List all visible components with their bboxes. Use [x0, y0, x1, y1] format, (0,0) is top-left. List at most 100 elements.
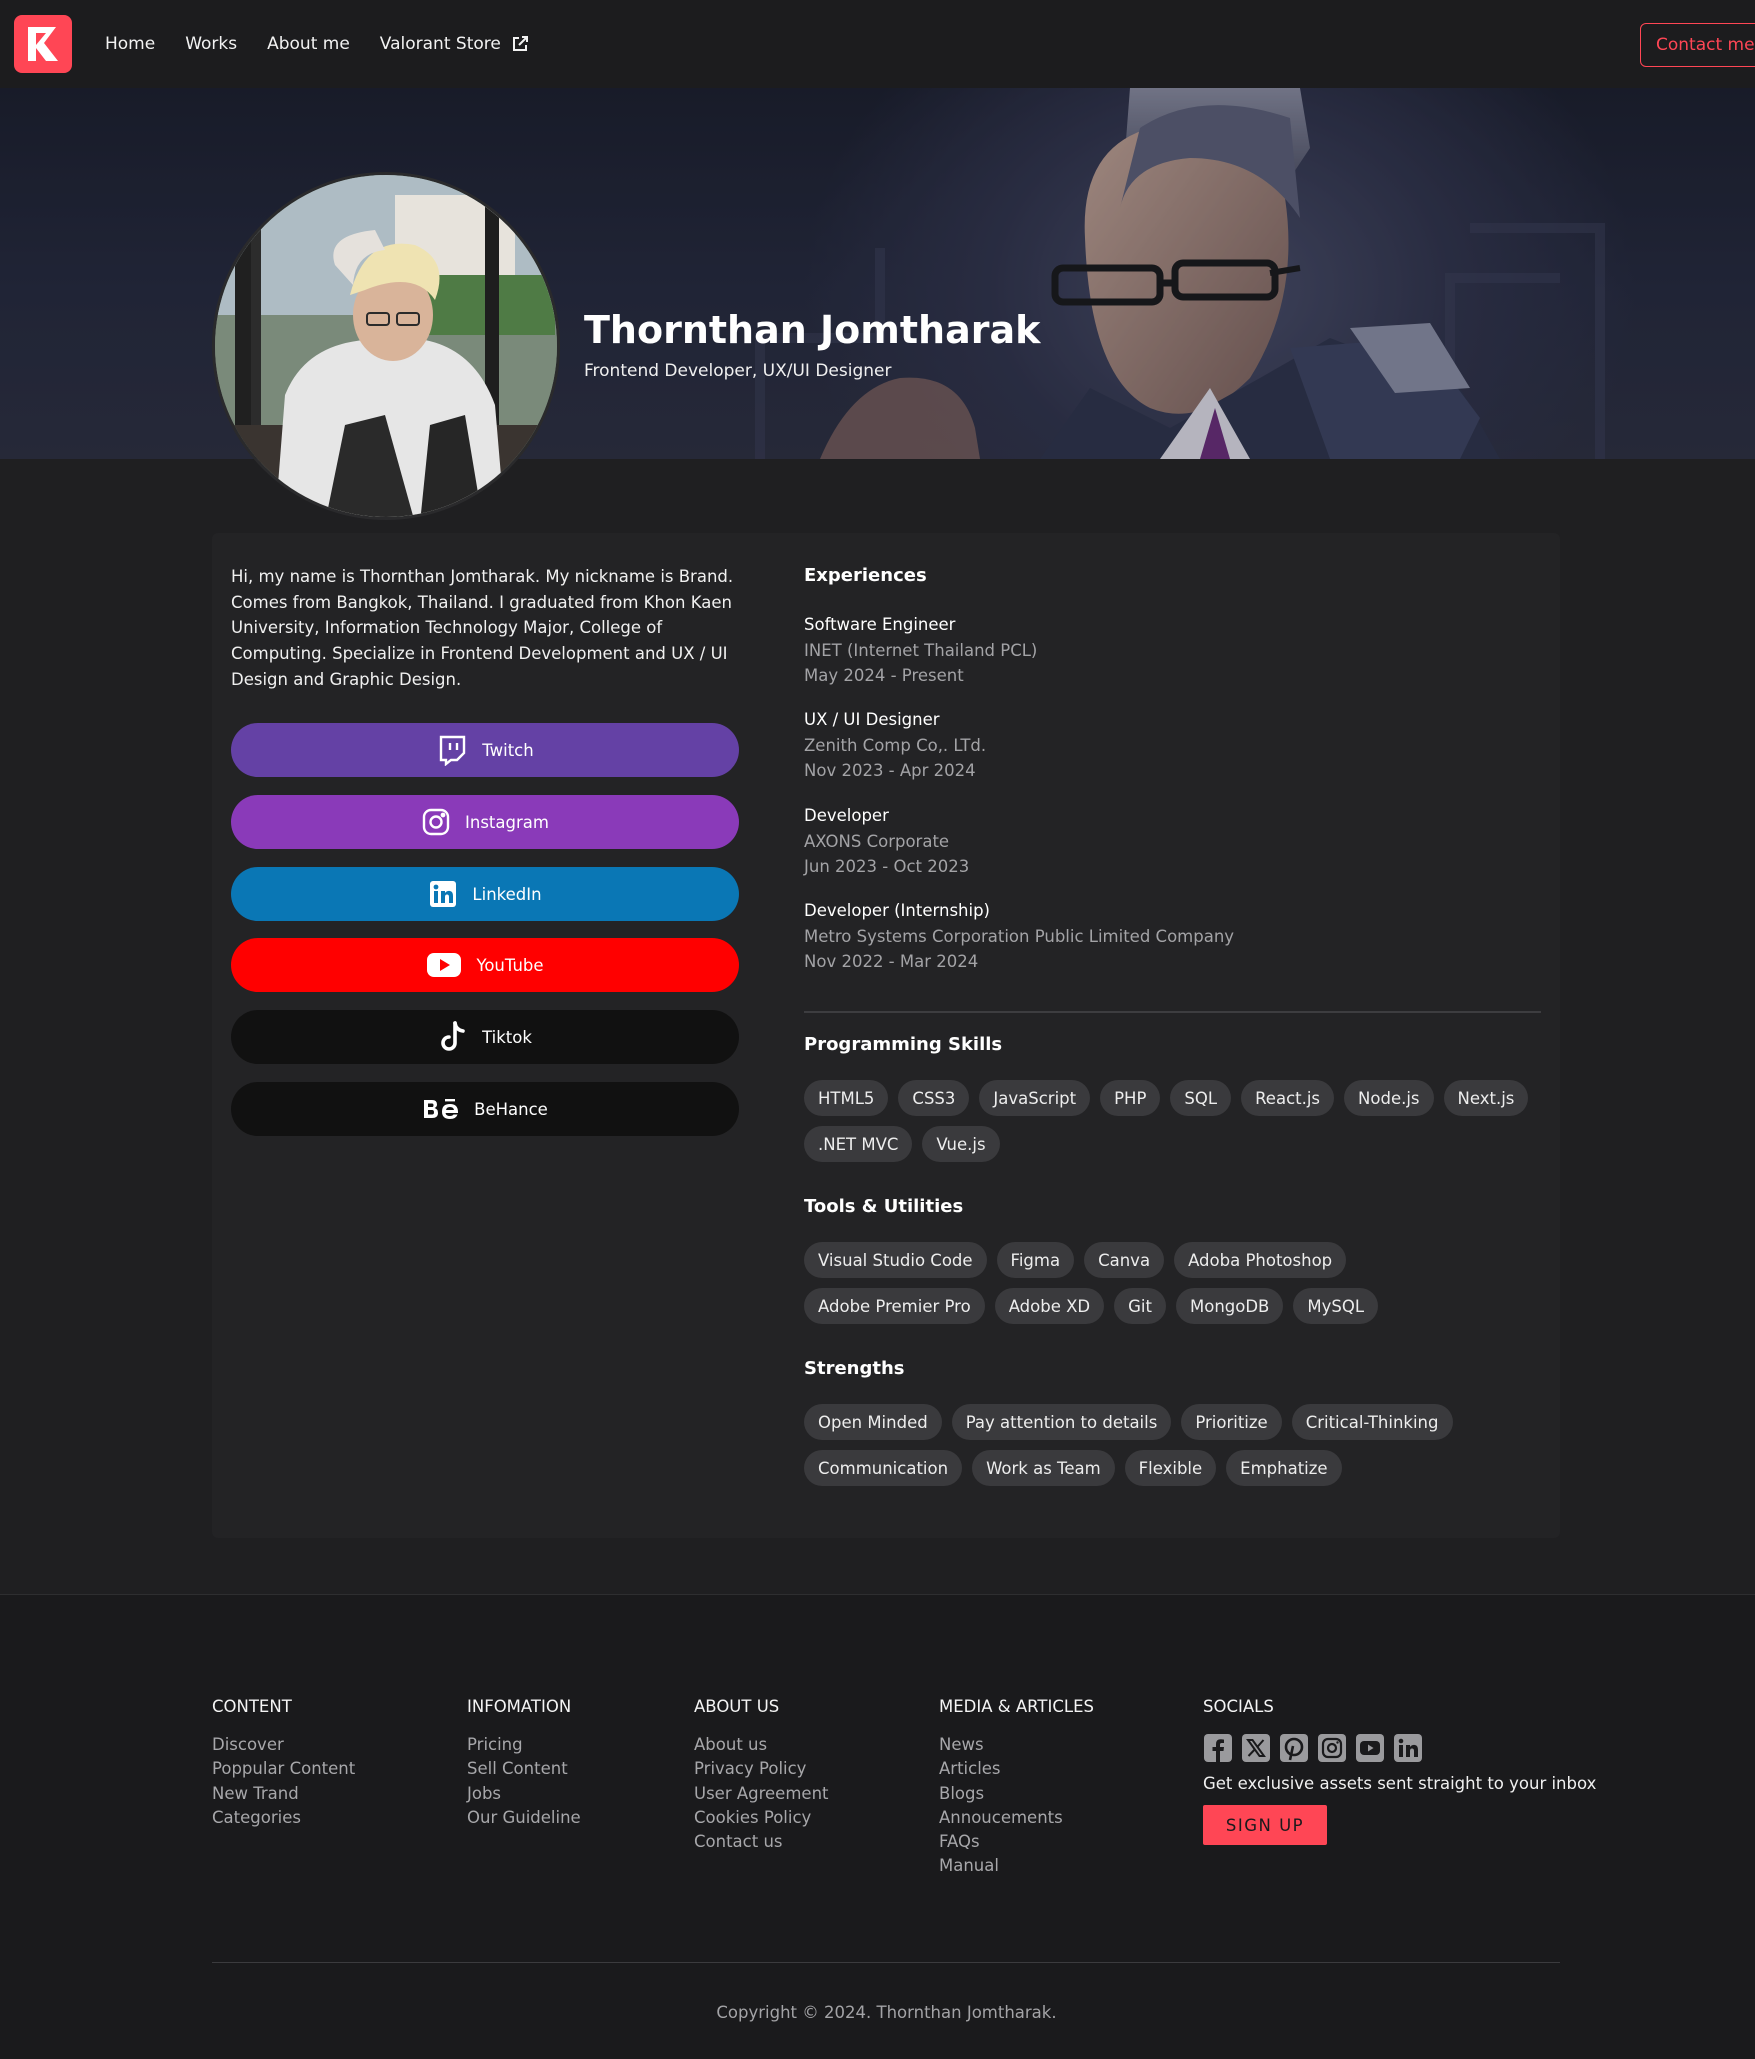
footer-heading: INFOMATION [467, 1697, 572, 1716]
strength-chip: Work as Team [972, 1450, 1115, 1486]
footer-column-socials: SOCIALS Get exclusive assets sent straig… [1203, 1697, 1596, 1845]
footer-social-icons [1203, 1733, 1596, 1763]
experience-period: Nov 2022 - Mar 2024 [804, 952, 979, 971]
experience-role: Software Engineer [804, 615, 956, 634]
footer-link[interactable]: Cookies Policy [694, 1806, 829, 1830]
footer-link[interactable]: New Trand [212, 1782, 355, 1806]
skill-chip: Vue.js [922, 1126, 1000, 1162]
twitch-button[interactable]: Twitch [231, 723, 739, 777]
footer-heading: ABOUT US [694, 1697, 780, 1716]
facebook-icon[interactable] [1203, 1733, 1233, 1763]
tool-chip: Adoba Photoshop [1174, 1242, 1347, 1278]
tiktok-label: Tiktok [482, 1027, 532, 1047]
behance-button[interactable]: BeHance [231, 1082, 739, 1136]
footer-link[interactable]: Jobs [467, 1782, 581, 1806]
skill-chip: JavaScript [979, 1080, 1091, 1116]
sign-up-button[interactable]: SIGN UP [1203, 1805, 1327, 1845]
footer-link[interactable]: Sell Content [467, 1757, 581, 1781]
profile-avatar [212, 172, 560, 520]
instagram-icon[interactable] [1317, 1733, 1347, 1763]
youtube-icon [426, 952, 462, 978]
top-navbar: Home Works About me Valorant Store Conta… [0, 0, 1755, 88]
experience-company: AXONS Corporate [804, 831, 950, 851]
hero-role: Frontend Developer, UX/UI Designer [584, 361, 892, 381]
instagram-button[interactable]: Instagram [231, 795, 739, 849]
linkedin-button[interactable]: LinkedIn [231, 867, 739, 921]
youtube-label: YouTube [476, 955, 544, 975]
instagram-icon [421, 807, 451, 837]
nav-links: Home Works About me Valorant Store [105, 0, 559, 88]
tools-list: Visual Studio Code Figma Canva Adoba Pho… [804, 1242, 1544, 1334]
linkedin-label: LinkedIn [472, 884, 542, 904]
tool-chip: MySQL [1293, 1288, 1379, 1324]
footer-link[interactable]: FAQs [939, 1830, 1094, 1854]
tiktok-button[interactable]: Tiktok [231, 1010, 739, 1064]
nav-valorant-store-link[interactable]: Valorant Store [380, 34, 529, 54]
footer-link[interactable]: Our Guideline [467, 1806, 581, 1830]
brand-logo-icon[interactable] [14, 15, 72, 73]
linkedin-icon [428, 879, 458, 909]
skill-chip: Next.js [1443, 1080, 1529, 1116]
bio-text: Hi, my name is Thornthan Jomtharak. My n… [231, 567, 734, 689]
skill-chip: React.js [1241, 1080, 1335, 1116]
footer-column-media: MEDIA & ARTICLES News Articles Blogs Ann… [939, 1697, 1094, 1879]
youtube-icon[interactable] [1355, 1733, 1385, 1763]
external-link-icon [511, 35, 529, 53]
copyright-text: Copyright © 2024. Thornthan Jomtharak. [716, 2003, 1057, 2022]
footer-link[interactable]: About us [694, 1733, 829, 1757]
footer-column-information: INFOMATION Pricing Sell Content Jobs Our… [467, 1697, 581, 1830]
skill-chip: PHP [1100, 1080, 1161, 1116]
footer-link[interactable]: Categories [212, 1806, 355, 1830]
experience-role: Developer (Internship) [804, 901, 990, 920]
experience-period: Jun 2023 - Oct 2023 [804, 857, 970, 876]
footer-link[interactable]: Contact us [694, 1830, 829, 1854]
footer-link[interactable]: Articles [939, 1757, 1094, 1781]
experience-item: Software Engineer INET (Internet Thailan… [804, 612, 1037, 689]
section-divider [804, 1011, 1541, 1013]
experience-role: Developer [804, 806, 889, 825]
tool-chip: Canva [1084, 1242, 1165, 1278]
skill-chip: CSS3 [898, 1080, 970, 1116]
hero-name: Thornthan Jomtharak [584, 308, 1041, 352]
skill-chip: SQL [1170, 1080, 1232, 1116]
pinterest-icon[interactable] [1279, 1733, 1309, 1763]
strength-chip: Critical-Thinking [1291, 1404, 1453, 1440]
nav-works-link[interactable]: Works [185, 34, 237, 54]
footer-link[interactable]: Manual [939, 1854, 1094, 1878]
tools-heading: Tools & Utilities [804, 1196, 964, 1217]
skill-chip: Node.js [1344, 1080, 1434, 1116]
experience-item: UX / UI Designer Zenith Comp Co,. LTd. N… [804, 707, 986, 784]
footer-link[interactable]: Poppular Content [212, 1757, 355, 1781]
footer-link[interactable]: Annoucements [939, 1806, 1094, 1830]
linkedin-icon[interactable] [1393, 1733, 1423, 1763]
x-icon[interactable] [1241, 1733, 1271, 1763]
skill-chip: .NET MVC [804, 1126, 913, 1162]
footer-link[interactable]: Discover [212, 1733, 355, 1757]
experience-item: Developer (Internship) Metro Systems Cor… [804, 898, 1234, 975]
nav-about-link[interactable]: About me [267, 34, 350, 54]
strength-chip: Emphatize [1226, 1450, 1342, 1486]
strength-chip: Open Minded [804, 1404, 942, 1440]
strengths-heading: Strengths [804, 1358, 905, 1379]
site-footer: CONTENT Discover Poppular Content New Tr… [0, 1594, 1755, 2059]
tool-chip: Git [1114, 1288, 1166, 1324]
footer-column-about: ABOUT US About us Privacy Policy User Ag… [694, 1697, 829, 1854]
footer-link[interactable]: User Agreement [694, 1782, 829, 1806]
footer-link[interactable]: Privacy Policy [694, 1757, 829, 1781]
experience-period: Nov 2023 - Apr 2024 [804, 761, 976, 780]
experience-role: UX / UI Designer [804, 710, 940, 729]
nav-home-link[interactable]: Home [105, 34, 155, 54]
footer-heading: MEDIA & ARTICLES [939, 1697, 1094, 1716]
strengths-list: Open Minded Pay attention to details Pri… [804, 1404, 1544, 1496]
experience-company: INET (Internet Thailand PCL) [804, 640, 1038, 660]
footer-link[interactable]: Pricing [467, 1733, 581, 1757]
strength-chip: Prioritize [1181, 1404, 1282, 1440]
programming-skills-heading: Programming Skills [804, 1034, 1003, 1055]
footer-link[interactable]: Blogs [939, 1782, 1094, 1806]
contact-me-button[interactable]: Contact me [1640, 23, 1755, 67]
behance-icon [422, 1096, 460, 1122]
strength-chip: Communication [804, 1450, 963, 1486]
experiences-heading: Experiences [804, 565, 927, 586]
footer-link[interactable]: News [939, 1733, 1094, 1757]
youtube-button[interactable]: YouTube [231, 938, 739, 992]
